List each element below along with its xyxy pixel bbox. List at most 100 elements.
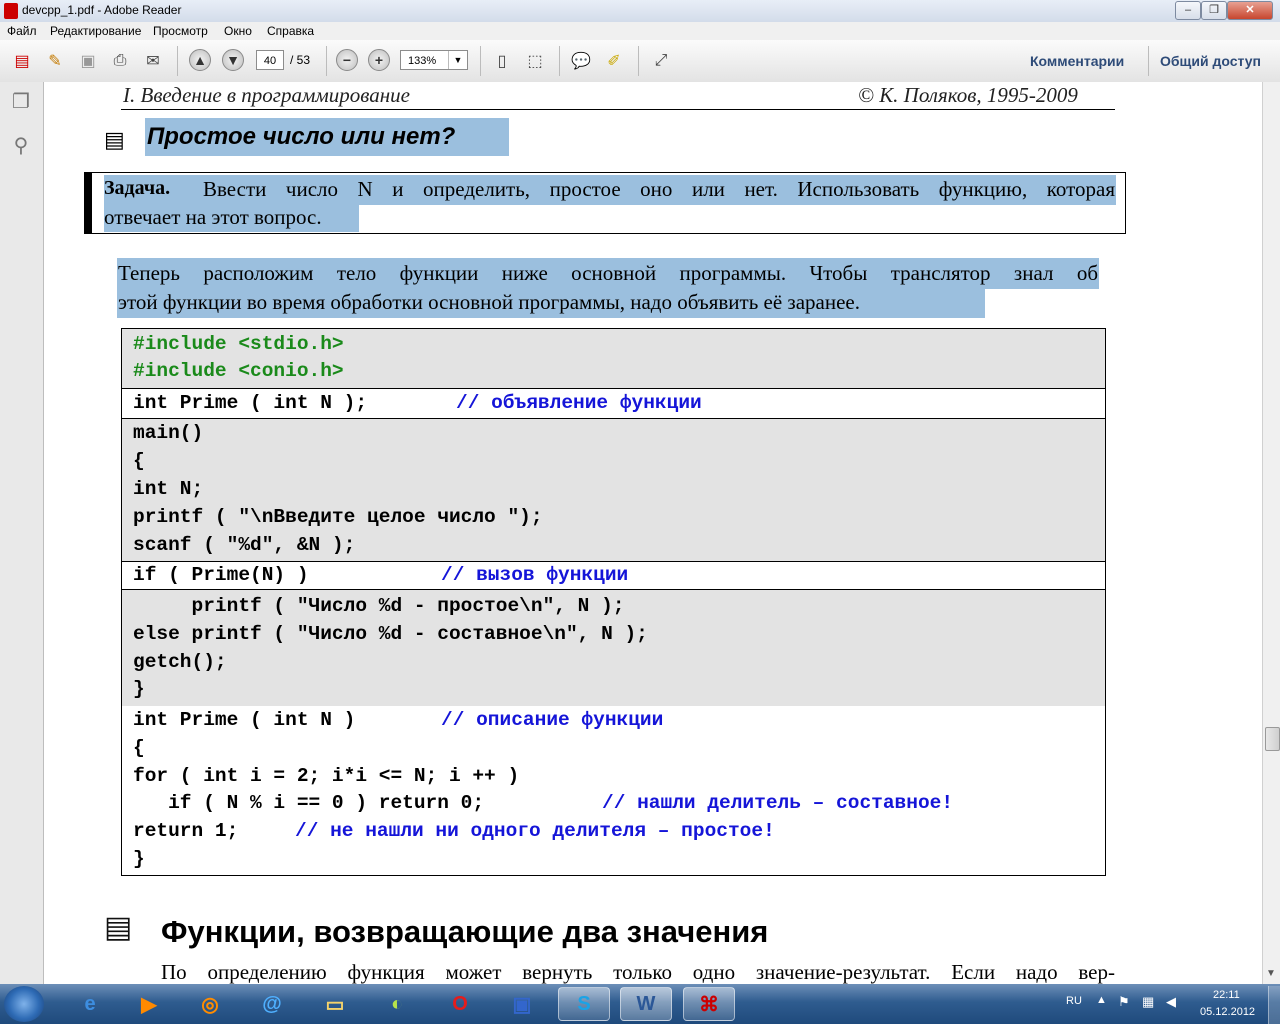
code-line: int Prime ( int N ) (133, 709, 356, 731)
clock-time[interactable]: 22:11 (1213, 989, 1240, 1001)
edit-pdf-icon[interactable]: ✎ (42, 48, 68, 74)
code-line: } (133, 848, 145, 870)
paragraph-line2: этой функции во время обработки основной… (118, 290, 861, 314)
save-app-icon[interactable]: ▣ (496, 987, 548, 1021)
share-button[interactable]: Общий доступ (1160, 53, 1261, 69)
full-screen-icon[interactable]: ⤢ (648, 48, 674, 74)
zoom-out-icon[interactable]: − (336, 49, 358, 71)
print-icon[interactable]: ⎙ (107, 48, 133, 74)
save-icon[interactable]: ▣ (75, 48, 101, 74)
show-desktop-button[interactable] (1268, 986, 1280, 1024)
document-icon: ▤ (104, 127, 125, 152)
toolbar-separator (326, 46, 327, 76)
menu-window[interactable]: Окно (224, 24, 252, 38)
create-pdf-icon[interactable]: ▤ (9, 48, 35, 74)
code-comment: // вызов функции (441, 564, 629, 586)
toolbar-separator (638, 46, 639, 76)
volume-icon[interactable]: ◀ (1166, 994, 1176, 1010)
code-line: getch(); (133, 651, 227, 673)
code-line: #include <stdio.h> (133, 333, 344, 355)
code-line: printf ( "Число %d - простое\n", N ); (133, 595, 625, 617)
scrollbar-thumb[interactable] (1265, 727, 1280, 751)
code-line: scanf ( "%d", &N ); (133, 534, 356, 556)
next-page-icon[interactable]: ▼ (222, 49, 244, 71)
code-divider (122, 388, 1105, 389)
toolbar-separator (559, 46, 560, 76)
navigation-pane: ❐ ⚲ (0, 82, 44, 984)
email-icon[interactable]: ✉ (140, 48, 166, 74)
show-hidden-icons-icon[interactable]: ▲ (1096, 994, 1107, 1006)
adobe-reader-taskbar-icon[interactable]: ⌘ (683, 987, 735, 1021)
comments-button[interactable]: Комментарии (1030, 53, 1124, 69)
paragraph-line: По определению функция может вернуть тол… (161, 960, 1115, 984)
highlight-icon[interactable]: ✐ (601, 48, 627, 74)
zoom-select[interactable]: 133% ▼ (400, 50, 468, 70)
zoom-in-icon[interactable]: + (368, 49, 390, 71)
language-indicator[interactable]: RU (1066, 995, 1082, 1007)
mail-agent-icon[interactable]: @ (246, 987, 298, 1021)
close-button[interactable]: ✕ (1227, 1, 1273, 20)
start-button[interactable] (4, 986, 44, 1022)
code-line: return 1; (133, 820, 239, 842)
fit-width-icon[interactable]: ⬚ (522, 48, 548, 74)
scroll-down-icon[interactable]: ▼ (1266, 968, 1276, 979)
action-center-icon[interactable]: ⚑ (1118, 994, 1130, 1010)
paragraph-line1: Теперь расположим тело функции ниже осно… (118, 261, 1098, 285)
page-number-input[interactable]: 40 (256, 50, 284, 70)
maximize-button[interactable]: ❐ (1201, 1, 1227, 20)
clock-date[interactable]: 05.12.2012 (1200, 1006, 1255, 1018)
document-icon: ▤ (104, 911, 133, 944)
fit-page-icon[interactable]: ▯ (489, 48, 515, 74)
folder-icon[interactable]: ▭ (309, 987, 361, 1021)
title-bar: devcpp_1.pdf - Adobe Reader – ❐ ✕ (0, 0, 1280, 23)
task-label: Задача. (104, 177, 171, 199)
code-line: if ( N % i == 0 ) return 0; (133, 792, 485, 814)
pages-icon[interactable]: ❐ (8, 88, 34, 114)
menu-help[interactable]: Справка (267, 24, 314, 38)
skype-icon[interactable]: S (558, 987, 610, 1021)
task-box-bar (84, 172, 92, 234)
vertical-scrollbar[interactable]: ▼ (1262, 82, 1280, 984)
prev-page-icon[interactable]: ▲ (189, 49, 211, 71)
code-comment: // объявление функции (456, 392, 702, 414)
app-icon[interactable]: ◐ (371, 987, 423, 1021)
menu-edit[interactable]: Редактирование (50, 24, 141, 38)
menu-bar: Файл Редактирование Просмотр Окно Справк… (0, 22, 1280, 40)
code-line: #include <conio.h> (133, 360, 344, 382)
internet-explorer-icon[interactable]: e (64, 987, 116, 1021)
odnoklassniki-icon[interactable]: ◎ (184, 987, 236, 1021)
code-line: int Prime ( int N ); (133, 392, 368, 414)
toolbar-separator (1148, 46, 1149, 76)
code-line: { (133, 450, 145, 472)
word-icon[interactable]: W (620, 987, 672, 1021)
attachments-icon[interactable]: ⚲ (8, 132, 34, 158)
menu-view[interactable]: Просмотр (153, 24, 208, 38)
code-line: { (133, 737, 145, 759)
menu-file[interactable]: Файл (7, 24, 37, 38)
section2-title: Функции, возвращающие два значения (161, 914, 769, 949)
page-total: / 53 (290, 53, 311, 67)
code-line: for ( int i = 2; i*i <= N; i ++ ) (133, 765, 520, 787)
opera-icon[interactable]: O (434, 987, 486, 1021)
running-header-left: I. Введение в программирование (123, 83, 410, 107)
code-line: printf ( "\nВведите целое число "); (133, 506, 543, 528)
task-text-line1: Ввести число N и определить, простое оно… (203, 177, 1115, 201)
code-line: else printf ( "Число %d - составное\n", … (133, 623, 648, 645)
code-line: } (133, 678, 145, 700)
toolbar-separator (480, 46, 481, 76)
chevron-down-icon[interactable]: ▼ (448, 51, 467, 69)
code-line: int N; (133, 478, 204, 500)
code-comment: // нашли делитель – составное! (602, 792, 954, 814)
code-comment: // не нашли ни одного делителя – простое… (295, 820, 775, 842)
toolbar-separator (177, 46, 178, 76)
code-line: main() (133, 422, 204, 444)
sticky-note-icon[interactable]: 💬 (568, 48, 594, 74)
window-title: devcpp_1.pdf - Adobe Reader (22, 3, 182, 17)
running-header-right: © К. Поляков, 1995-2009 (858, 83, 1078, 107)
network-icon[interactable]: ▦ (1142, 994, 1154, 1010)
minimize-button[interactable]: – (1175, 1, 1201, 20)
section-title: Простое число или нет? (147, 123, 456, 150)
task-text-line2: отвечает на этот вопрос. (104, 205, 322, 229)
media-player-icon[interactable]: ▶ (123, 987, 175, 1021)
adobe-reader-icon (4, 3, 18, 19)
